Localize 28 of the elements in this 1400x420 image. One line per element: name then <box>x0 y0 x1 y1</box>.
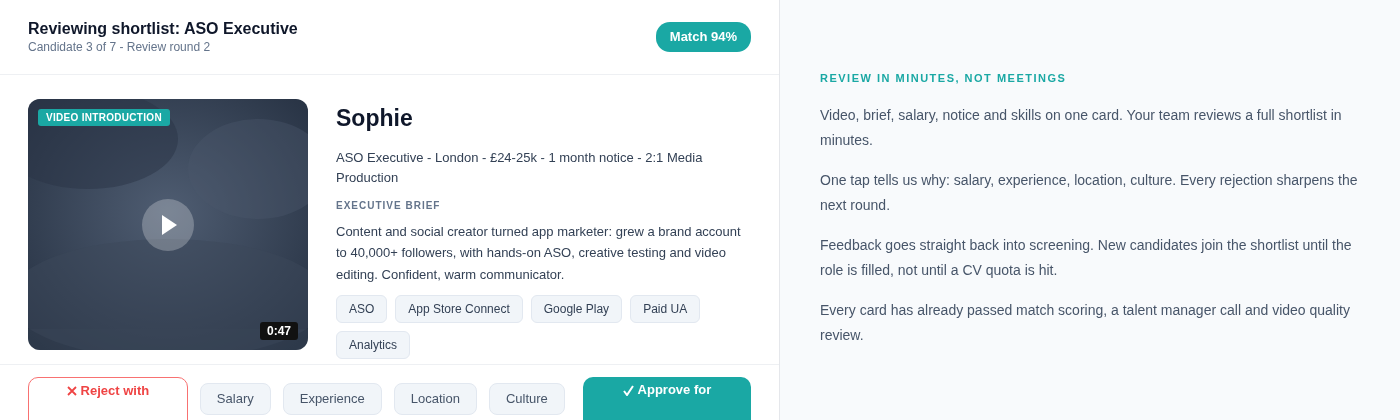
aside-heading: REVIEW IN MINUTES, NOT MEETINGS <box>820 71 1068 86</box>
close-icon <box>66 386 77 396</box>
video-badge: VIDEO INTRODUCTION <box>38 109 170 126</box>
reason-button[interactable]: Experience <box>282 383 382 415</box>
section-label: EXECUTIVE BRIEF <box>336 198 442 213</box>
play-icon[interactable] <box>142 199 194 251</box>
candidate-name: Sophie <box>336 104 414 133</box>
page-title: Reviewing shortlist: ASO Executive <box>28 19 298 39</box>
video-player[interactable]: VIDEO INTRODUCTION 0:47 <box>28 99 308 350</box>
video-duration: 0:47 <box>259 322 298 340</box>
aside-paragraph: Every card has already passed match scoring, a talent manager call and video quality review. <box>820 300 1351 345</box>
brief-text: Content and social creator turned app marketer: grew a brand account to 40,000+ followers, with hands-on ASO, creative testing and video editing. Confident, warm communicator. <box>336 222 742 284</box>
check-icon <box>622 385 634 396</box>
reason-button[interactable]: Culture <box>488 383 565 415</box>
aside-paragraph: Video, brief, salary, notice and skills on one card. Your team reviews a full shortlist in minutes. <box>820 105 1343 150</box>
reason-button[interactable]: Location <box>393 383 477 415</box>
page-subtitle: Candidate 3 of 7 - Review round 2 <box>28 39 212 55</box>
reason-button[interactable]: Salary <box>199 383 271 415</box>
skill-tag: Google Play <box>530 295 623 323</box>
skill-tag: App Store Connect <box>395 295 523 323</box>
skill-tag: ASO <box>336 295 388 323</box>
aside-paragraph: One tap tells us why: salary, experience, location, culture. Every rejection sharpens the next round. <box>820 170 1359 215</box>
match-badge: Match 94% <box>655 22 751 52</box>
aside-paragraph: Feedback goes straight back into screening. New candidates join the shortlist until the role is filled, not until a CV quota is hit. <box>820 235 1353 280</box>
skill-tag: Analytics <box>336 331 411 359</box>
reject-button[interactable]: Reject with <box>28 377 188 420</box>
skill-tag: Paid UA <box>630 295 701 323</box>
candidate-summary: ASO Executive - London - £24-25k - 1 month notice - 2:1 Media Production <box>336 148 704 187</box>
